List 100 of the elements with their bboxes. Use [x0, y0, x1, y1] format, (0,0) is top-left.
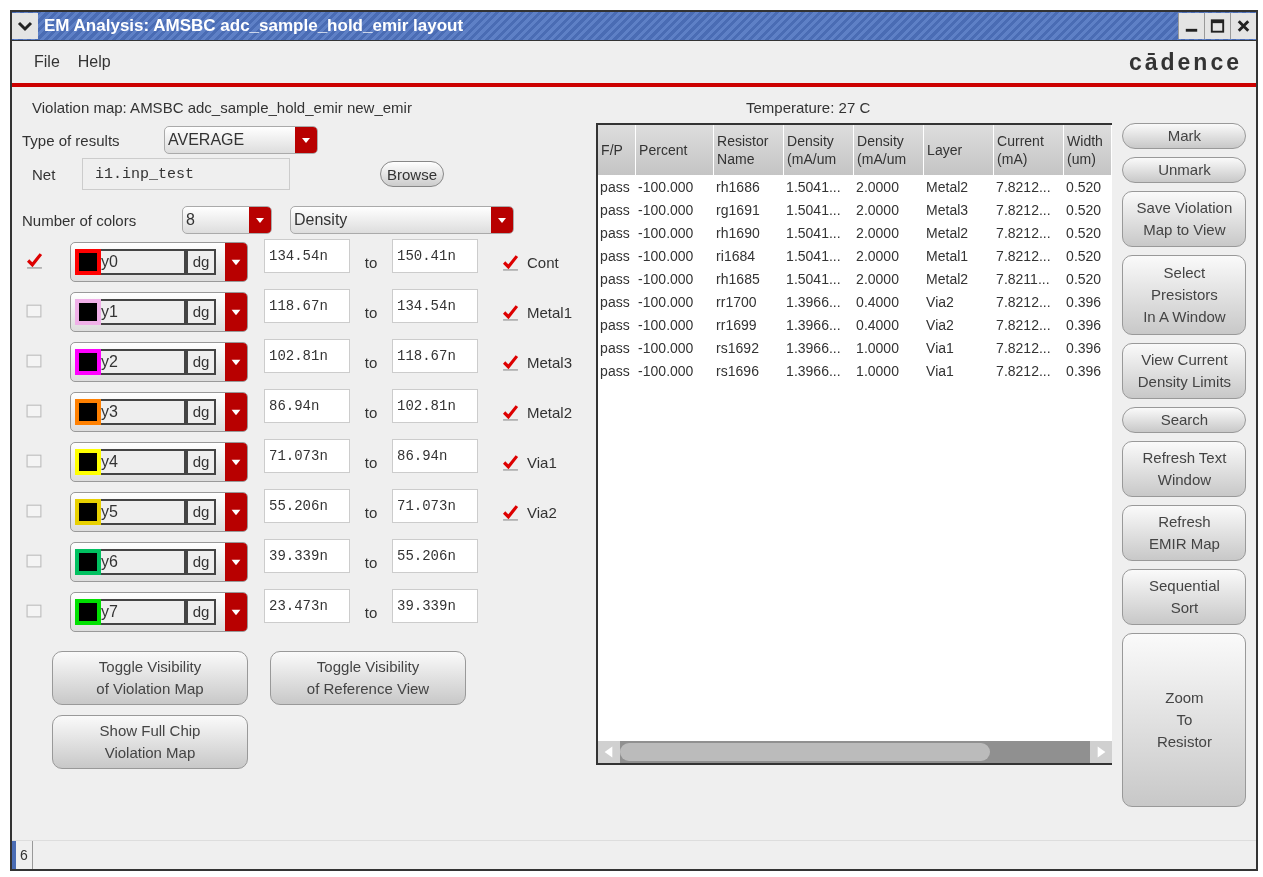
table-cell-text: 1.5041... — [785, 270, 842, 287]
range-from-field[interactable]: 71.073n — [264, 439, 350, 473]
table-cell-text: ri1684 — [715, 247, 757, 264]
checkbox[interactable] — [26, 251, 43, 269]
range-to-field[interactable]: 71.073n — [392, 489, 478, 523]
range-from-field[interactable]: 118.67n — [264, 289, 350, 323]
table-cell-text: 0.520 — [1065, 201, 1103, 218]
range-to-field[interactable]: 102.81n — [392, 389, 478, 423]
table-cell-text: 1.3966... — [785, 293, 842, 310]
range-from-field[interactable]: 134.54n — [264, 239, 350, 273]
color-dropdown[interactable]: y4 dg — [70, 442, 248, 482]
action-button[interactable]: Zoom To Resistor — [1122, 633, 1247, 807]
type-dropdown[interactable]: AVERAGE — [164, 126, 318, 154]
layer-label: Metal3 — [527, 353, 573, 371]
action-button[interactable]: Select Presistors In A Window — [1122, 255, 1247, 335]
action-button[interactable]: Save Violation Map to View — [1122, 191, 1247, 247]
table-cell-text: pass — [599, 293, 631, 310]
mode-dropdown[interactable]: Density — [290, 206, 514, 234]
caret-icon — [249, 207, 271, 233]
action-button[interactable]: Unmark — [1122, 157, 1247, 183]
horizontal-scrollbar[interactable] — [598, 741, 1113, 763]
action-button[interactable]: Refresh Text Window — [1122, 441, 1247, 497]
table-cell-text: 1.3966... — [785, 362, 842, 379]
table-cell-text: Via1 — [925, 362, 955, 379]
table-cell-text: 7.8212... — [995, 362, 1052, 379]
color-dropdown[interactable]: y5 dg — [70, 492, 248, 532]
color-dropdown[interactable]: y7 dg — [70, 592, 248, 632]
range-from-field[interactable]: 86.94n — [264, 389, 350, 423]
to-label: to — [363, 303, 379, 321]
column-header[interactable]: Density (mA/um — [854, 125, 925, 175]
scroll-left-icon[interactable] — [598, 741, 621, 763]
color-dropdown[interactable]: y2 dg — [70, 342, 248, 382]
field-label: Number of colors — [22, 211, 138, 229]
range-to-field[interactable]: 134.54n — [392, 289, 478, 323]
checkbox[interactable] — [502, 353, 519, 371]
range-to-field[interactable]: 39.339n — [392, 589, 478, 623]
range-to-field[interactable]: 86.94n — [392, 439, 478, 473]
table-cell-text: 7.8212... — [995, 316, 1052, 333]
table-cell-text: 1.0000 — [855, 339, 900, 356]
table-cell-text: 2.0000 — [855, 224, 900, 241]
color-dropdown[interactable]: y1 dg — [70, 292, 248, 332]
chevron-icon[interactable] — [12, 13, 38, 39]
table-cell-text: 7.8212... — [995, 178, 1052, 195]
range-from-field[interactable]: 23.473n — [264, 589, 350, 623]
menu-item[interactable]: File — [34, 53, 60, 71]
range-from-field[interactable]: 102.81n — [264, 339, 350, 373]
column-header[interactable]: F/P — [598, 125, 637, 175]
checkbox[interactable] — [502, 453, 519, 471]
table-cell-text: pass — [599, 339, 631, 356]
table-cell-text: 1.5041... — [785, 178, 842, 195]
checkbox[interactable] — [502, 403, 519, 421]
temperature-label: Temperature: 27 C — [746, 98, 871, 116]
table-cell-text: rh1685 — [715, 270, 761, 287]
table-cell-text: 7.8212... — [995, 293, 1052, 310]
layer-label: Via1 — [527, 453, 557, 471]
action-button[interactable]: Show Full Chip Violation Map — [52, 715, 248, 769]
maximize-icon[interactable] — [1204, 13, 1230, 39]
table-cell-text: rh1690 — [715, 224, 761, 241]
action-button[interactable]: Search — [1122, 407, 1247, 433]
checkbox[interactable] — [502, 503, 519, 521]
table-cell-text: 1.5041... — [785, 224, 842, 241]
column-header[interactable]: Percent — [636, 125, 715, 175]
range-to-field[interactable]: 55.206n — [392, 539, 478, 573]
minimize-icon[interactable] — [1178, 13, 1204, 39]
scroll-thumb[interactable] — [620, 743, 991, 761]
table-cell-text: 1.0000 — [855, 362, 900, 379]
browse-button[interactable]: Browse — [380, 161, 445, 187]
close-icon[interactable] — [1230, 13, 1256, 39]
action-button[interactable]: Sequential Sort — [1122, 569, 1247, 625]
colors-dropdown[interactable]: 8 — [182, 206, 272, 234]
column-header[interactable]: Current (mA) — [994, 125, 1065, 175]
column-header[interactable]: Layer — [924, 125, 995, 175]
column-header[interactable]: Resistor Name — [714, 125, 785, 175]
net-field[interactable]: i1.inp_test — [82, 158, 290, 190]
layer-label: Via2 — [527, 503, 557, 521]
action-button[interactable]: View Current Density Limits — [1122, 343, 1247, 399]
range-from-field[interactable]: 39.339n — [264, 539, 350, 573]
column-header[interactable]: Density (mA/um — [784, 125, 855, 175]
checkbox[interactable] — [502, 303, 519, 321]
range-from-field[interactable]: 55.206n — [264, 489, 350, 523]
action-button[interactable]: Toggle Visibility of Violation Map — [52, 651, 248, 705]
color-dropdown[interactable]: y6 dg — [70, 542, 248, 582]
caret-icon — [225, 593, 247, 631]
table-cell-text: 1.5041... — [785, 201, 842, 218]
action-button[interactable]: Refresh EMIR Map — [1122, 505, 1247, 561]
table-cell-text: 2.0000 — [855, 270, 900, 287]
color-dropdown[interactable]: y0 dg — [70, 242, 248, 282]
range-to-field[interactable]: 150.41n — [392, 239, 478, 273]
checkbox[interactable] — [502, 253, 519, 271]
table-cell-text: pass — [599, 178, 631, 195]
table-cell-text: Via1 — [925, 339, 955, 356]
table-cell-text: 0.4000 — [855, 293, 900, 310]
menu-item[interactable]: Help — [77, 53, 111, 71]
color-dropdown[interactable]: y3 dg — [70, 392, 248, 432]
column-header[interactable]: Width (um) — [1064, 125, 1113, 175]
table-cell-text: 2.0000 — [855, 178, 900, 195]
action-button[interactable]: Mark — [1122, 123, 1247, 149]
caret-icon — [225, 543, 247, 581]
range-to-field[interactable]: 118.67n — [392, 339, 478, 373]
action-button[interactable]: Toggle Visibility of Reference View — [270, 651, 466, 705]
